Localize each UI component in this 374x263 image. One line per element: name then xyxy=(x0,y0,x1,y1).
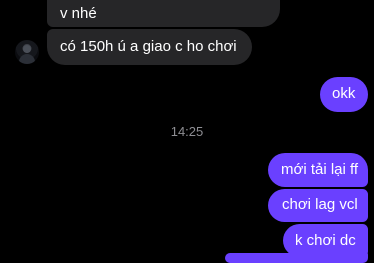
avatar-shoulders-shape xyxy=(19,54,35,64)
outgoing-message-bubble[interactable]: okk xyxy=(320,77,368,112)
message-text: mới tải lại ff xyxy=(281,161,359,178)
outgoing-message-bubble-partial[interactable] xyxy=(225,253,368,263)
message-text: chơi lag vcl xyxy=(282,196,358,213)
incoming-message-bubble[interactable]: v nhé xyxy=(47,0,280,27)
outgoing-message-bubble[interactable]: chơi lag vcl xyxy=(268,189,368,222)
sender-avatar[interactable] xyxy=(15,40,39,64)
avatar-head-shape xyxy=(23,45,31,53)
message-timestamp: 14:25 xyxy=(170,124,204,139)
message-text: okk xyxy=(332,85,356,102)
message-text: v nhé xyxy=(60,5,97,22)
message-text: có 150h ú a giao c ho chơi xyxy=(60,38,237,55)
message-text: k chơi dc xyxy=(295,232,356,249)
incoming-message-bubble[interactable]: có 150h ú a giao c ho chơi xyxy=(47,29,252,65)
outgoing-message-bubble[interactable]: mới tải lại ff xyxy=(268,153,368,187)
